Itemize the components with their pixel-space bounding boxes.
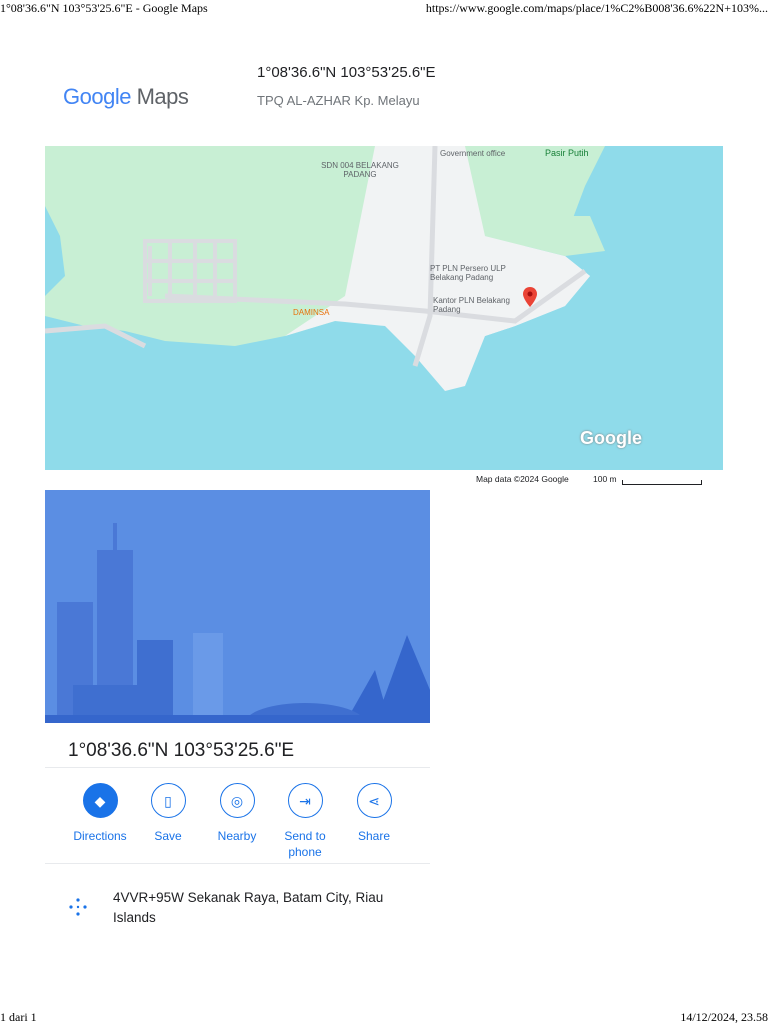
- directions-button[interactable]: ◆ Directions: [65, 783, 135, 844]
- print-footer-datetime: 14/12/2024, 23.58: [680, 1010, 768, 1024]
- print-header-url: https://www.google.com/maps/place/1%C2%B…: [425, 1, 768, 15]
- map-scale-label: 100 m: [593, 474, 617, 484]
- logo-maps: Maps: [136, 84, 189, 109]
- map-terrain: [45, 146, 723, 391]
- google-maps-logo[interactable]: Google Maps: [63, 84, 189, 110]
- logo-google: Google: [63, 84, 131, 109]
- map-label-pt-pln[interactable]: PT PLN Persero ULP Belakang Padang: [430, 264, 520, 282]
- location-pin-icon[interactable]: [523, 287, 537, 307]
- nearby-button[interactable]: ◎ Nearby: [202, 783, 272, 844]
- page-subtitle: TPQ AL-AZHAR Kp. Melayu: [257, 93, 420, 108]
- page-title: 1°08'36.6"N 103°53'25.6"E: [257, 64, 436, 81]
- directions-icon: ◆: [82, 783, 118, 818]
- map-attribution: Map data ©2024 Google: [476, 474, 569, 484]
- map-label-school[interactable]: SDN 004 BELAKANG PADANG: [315, 161, 405, 179]
- map-label-daminsa[interactable]: DAMINSA: [293, 308, 329, 317]
- place-illustration: [45, 490, 430, 723]
- send-to-phone-button[interactable]: ⇥ Send to phone: [270, 783, 340, 860]
- share-button[interactable]: ⋖ Share: [339, 783, 409, 844]
- nearby-icon: ◎: [219, 783, 255, 818]
- share-icon: ⋖: [356, 783, 392, 818]
- share-label: Share: [357, 829, 391, 843]
- save-button[interactable]: ▯ Save: [133, 783, 203, 844]
- print-footer-page: 1 dari 1: [0, 1010, 37, 1024]
- send-to-phone-label: Send to phone: [284, 829, 326, 859]
- send-to-phone-icon: ⇥: [287, 783, 323, 818]
- place-title: 1°08'36.6"N 103°53'25.6"E: [68, 740, 295, 761]
- map-label-pasir-putih[interactable]: Pasir Putih: [545, 148, 589, 158]
- map-label-kantor-pln[interactable]: Kantor PLN Belakang Padang: [433, 296, 523, 314]
- bookmark-icon: ▯: [150, 783, 186, 818]
- save-label: Save: [154, 829, 182, 843]
- divider: [45, 863, 430, 864]
- nearby-label: Nearby: [217, 829, 257, 843]
- directions-label: Directions: [73, 829, 127, 843]
- map-scale-bar: [622, 480, 702, 485]
- map-google-watermark: Google: [580, 428, 642, 448]
- map-label-government-office[interactable]: Government office: [440, 149, 505, 158]
- plus-code-icon: [69, 898, 87, 916]
- print-header-title: 1°08'36.6"N 103°53'25.6"E - Google Maps: [0, 1, 208, 15]
- plus-code-address[interactable]: 4VVR+95W Sekanak Raya, Batam City, Riau …: [113, 888, 393, 928]
- map-view[interactable]: Government office SDN 004 BELAKANG PADAN…: [45, 146, 723, 470]
- divider: [45, 767, 430, 768]
